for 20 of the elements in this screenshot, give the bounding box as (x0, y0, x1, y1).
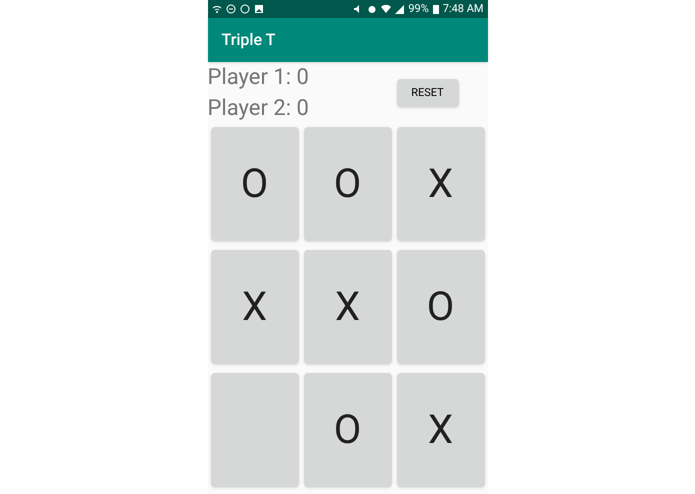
battery-percent: 99% (408, 0, 429, 17)
clock: 7:48 AM (442, 0, 484, 17)
wifi-icon (381, 4, 392, 14)
board-cell[interactable]: X (210, 250, 298, 364)
battery-icon (432, 4, 439, 14)
player-score: Player 2: 0 (208, 95, 309, 123)
app-title: Triple T (222, 29, 276, 51)
reset-button[interactable]: RESET (396, 79, 458, 107)
board-cell[interactable]: X (396, 127, 484, 241)
board-cell[interactable]: O (304, 373, 392, 487)
signal-icon (395, 4, 404, 14)
board-cell[interactable]: O (210, 127, 298, 241)
board-cell[interactable]: O (396, 250, 484, 364)
board-cell[interactable]: X (304, 250, 392, 364)
board-cell[interactable]: O (304, 127, 392, 241)
board-cell[interactable]: X (396, 373, 484, 487)
board-cell[interactable] (210, 373, 298, 487)
player-score: Player 1: 0 (208, 64, 309, 92)
image-icon (254, 4, 264, 14)
block-icon (226, 4, 236, 14)
